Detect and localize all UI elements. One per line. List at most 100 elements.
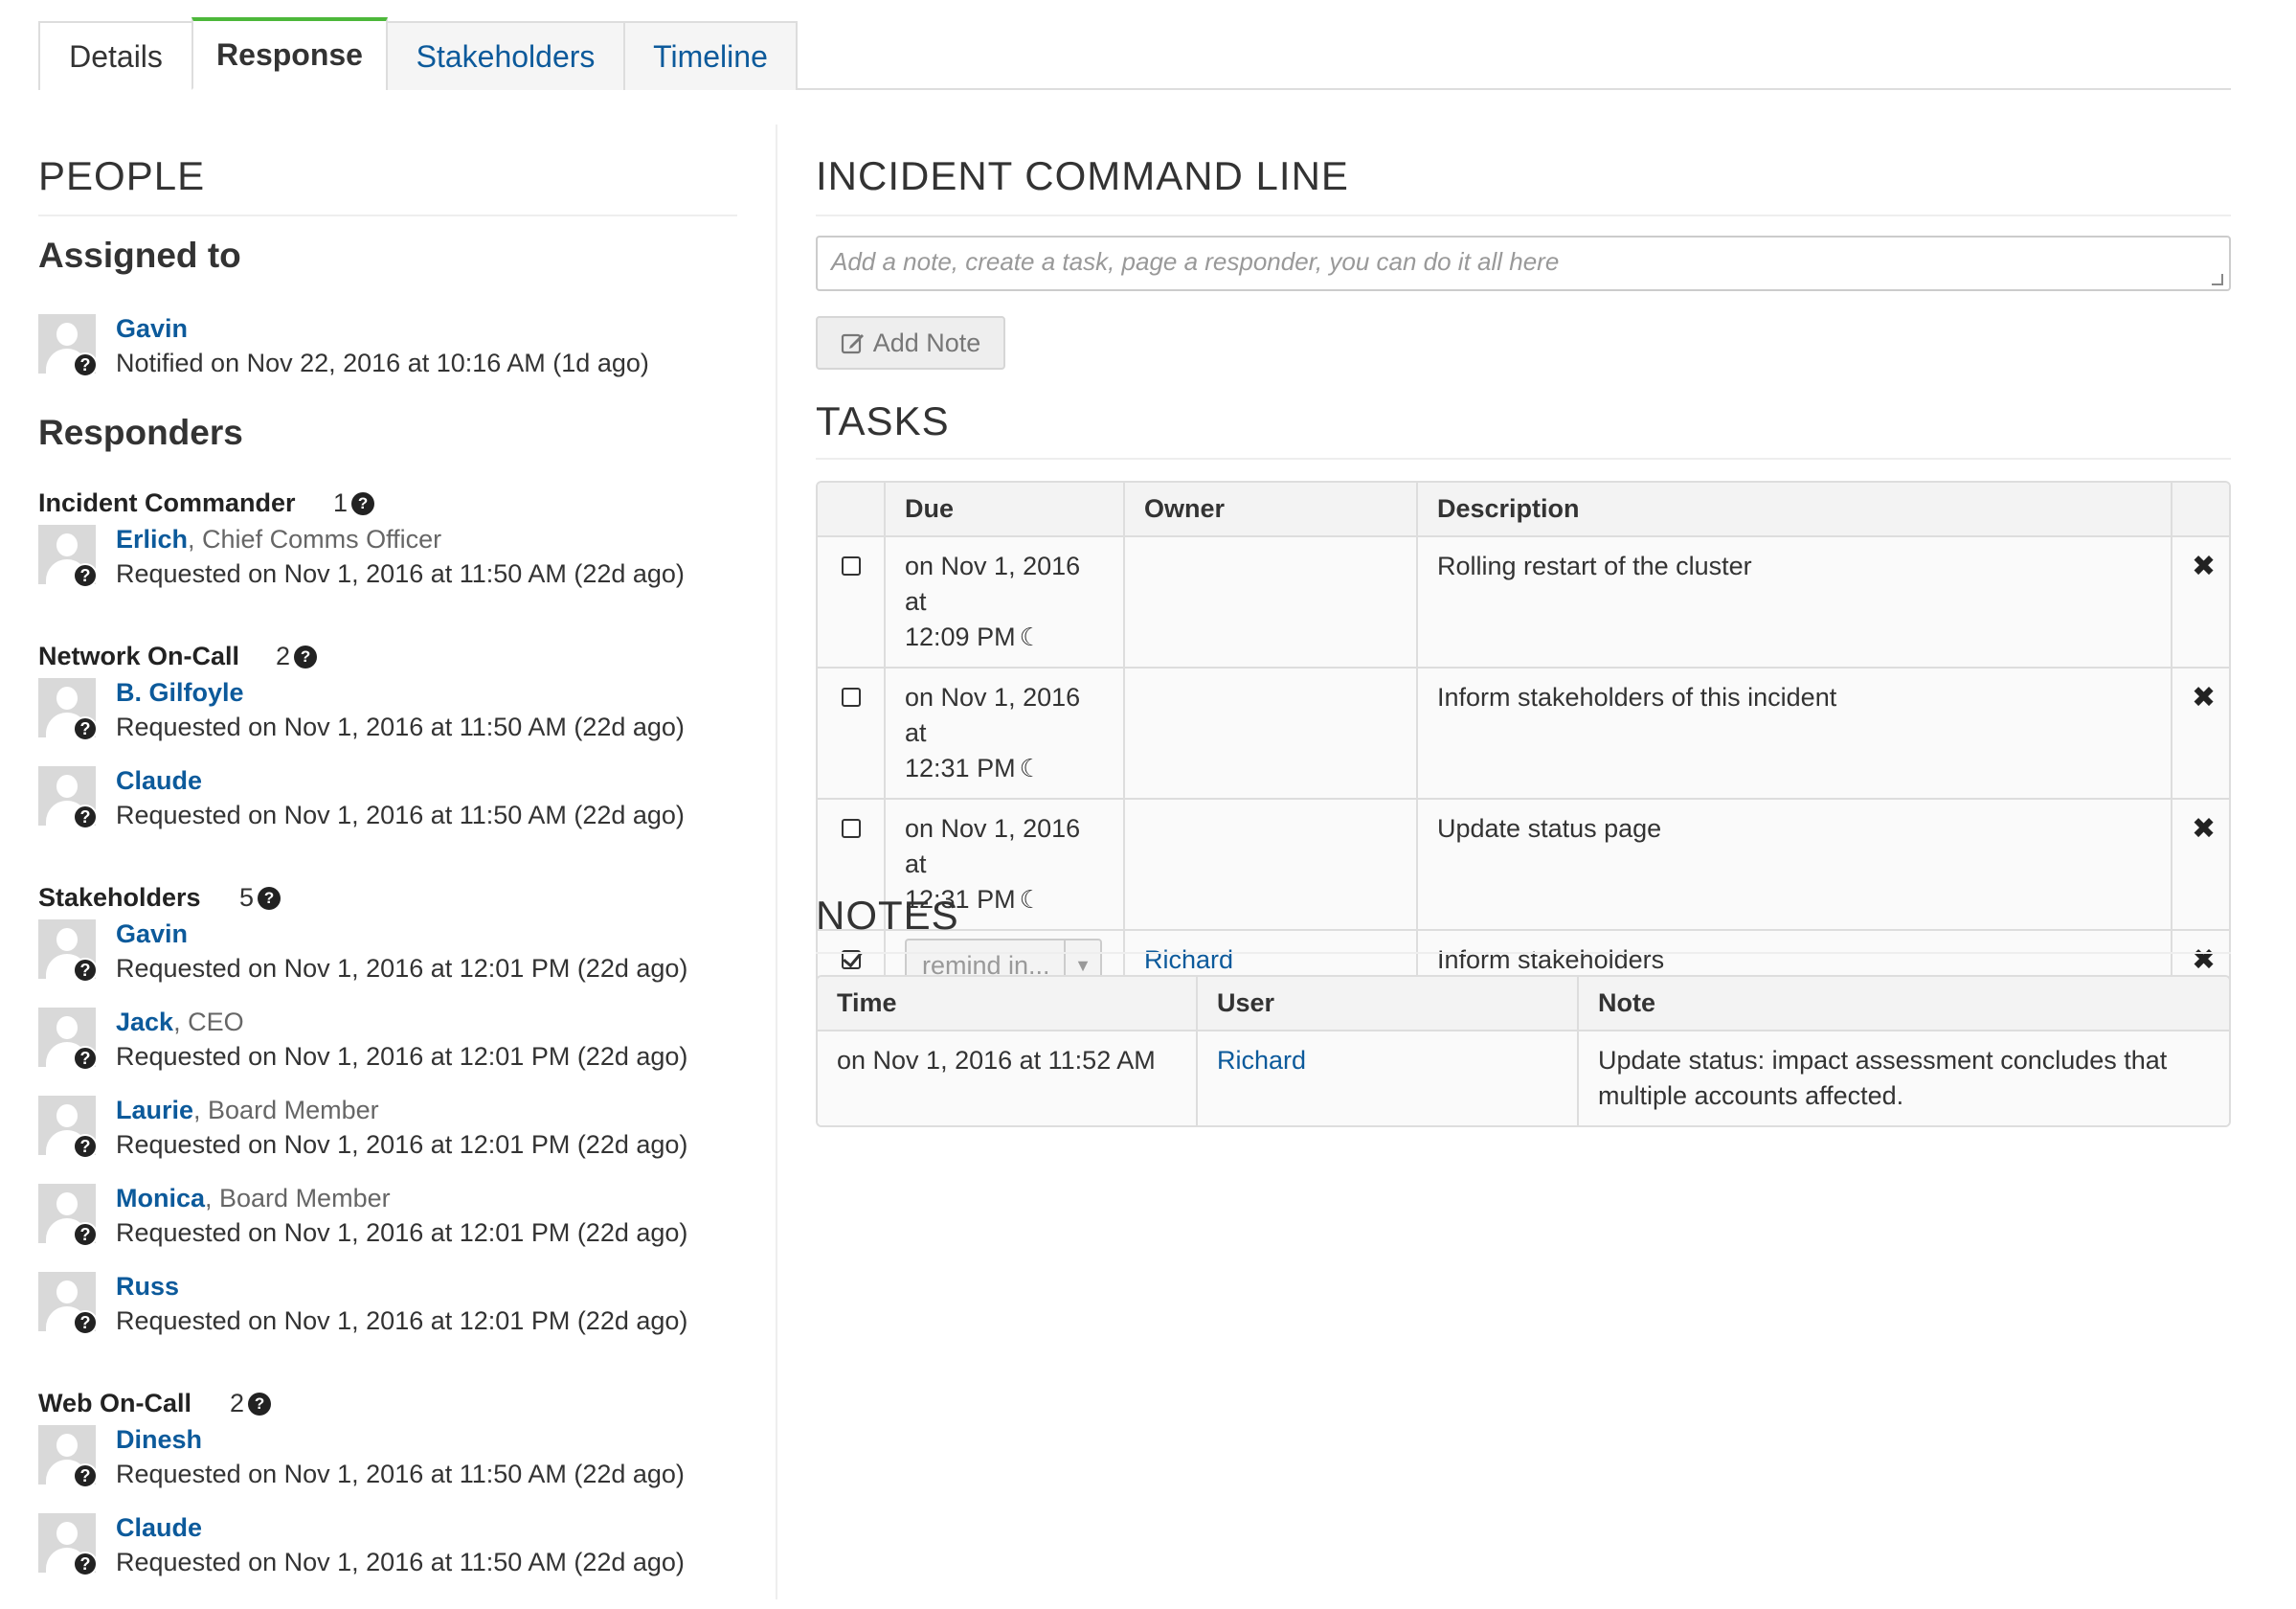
- tab-stakeholders[interactable]: Stakeholders: [386, 21, 625, 90]
- add-note-button[interactable]: Add Note: [816, 316, 1005, 370]
- people-heading: PEOPLE: [38, 153, 206, 198]
- tasks-rule: [816, 458, 2231, 460]
- question-circle-icon[interactable]: ?: [73, 1134, 98, 1159]
- notes-header-row: Time User Note: [818, 977, 2229, 1031]
- note-row: on Nov 1, 2016 at 11:52 AM Richard Updat…: [818, 1031, 2229, 1125]
- moon-icon: ☾: [1019, 885, 1042, 914]
- moon-icon: ☾: [1019, 754, 1042, 782]
- responder-row: ? Erlich, Chief Comms Officer Requested …: [38, 525, 747, 594]
- task-due: on Nov 1, 2016 at 12:09 PM ☾: [885, 536, 1125, 669]
- task-checkbox[interactable]: [841, 819, 861, 838]
- responder-row: ? Dinesh Requested on Nov 1, 2016 at 11:…: [38, 1425, 747, 1494]
- person-status: Requested on Nov 1, 2016 at 11:50 AM (22…: [116, 801, 685, 829]
- person-name-link[interactable]: Gavin: [116, 919, 188, 949]
- task-description: Rolling restart of the cluster: [1417, 536, 2172, 669]
- task-row: on Nov 1, 2016 at 12:31 PM ☾ Inform stakeh…: [818, 668, 2229, 800]
- person-name-link[interactable]: Monica, Board Member: [116, 1184, 391, 1213]
- person-name-link[interactable]: Claude: [116, 766, 202, 796]
- notes-table: Time User Note on Nov 1, 2016 at 11:52 A…: [816, 975, 2231, 1127]
- tab-response-label: Response: [216, 36, 363, 72]
- person-name-link[interactable]: Claude: [116, 1513, 202, 1543]
- person-name-link[interactable]: Jack, CEO: [116, 1008, 244, 1037]
- question-circle-icon[interactable]: ?: [294, 645, 318, 669]
- tab-timeline[interactable]: Timeline: [623, 21, 798, 90]
- tab-response[interactable]: Response: [191, 17, 388, 90]
- question-circle-icon[interactable]: ?: [73, 1046, 98, 1071]
- tab-details-label: Details: [69, 38, 163, 74]
- person-status: Requested on Nov 1, 2016 at 12:01 PM (22…: [116, 954, 688, 983]
- col-user[interactable]: User: [1197, 977, 1579, 1031]
- moon-icon: ☾: [1019, 623, 1042, 651]
- person-name-link[interactable]: B. Gilfoyle: [116, 678, 244, 708]
- times-icon[interactable]: ✖: [2192, 942, 2216, 978]
- tasks-header-row: Due Owner Description: [818, 483, 2229, 537]
- task-owner: [1124, 799, 1418, 931]
- task-checkbox[interactable]: [841, 556, 861, 576]
- col-note[interactable]: Note: [1578, 977, 2229, 1031]
- col-owner[interactable]: Owner: [1124, 483, 1418, 537]
- responders-heading: Responders: [38, 413, 243, 452]
- role-count: 1?: [333, 488, 375, 518]
- question-circle-icon[interactable]: ?: [351, 491, 375, 515]
- tab-timeline-label: Timeline: [653, 38, 768, 74]
- responder-row: ? Claude Requested on Nov 1, 2016 at 11:…: [38, 766, 747, 835]
- times-icon[interactable]: ✖: [2192, 811, 2216, 847]
- note-user-link[interactable]: Richard: [1217, 1046, 1306, 1075]
- responder-row: ? Gavin Requested on Nov 1, 2016 at 12:0…: [38, 919, 747, 988]
- question-circle-icon[interactable]: ?: [73, 1552, 98, 1576]
- task-due: on Nov 1, 2016 at 12:31 PM ☾: [885, 668, 1125, 800]
- task-description: Inform stakeholders of this incident: [1417, 668, 2172, 800]
- command-rule: [816, 215, 2231, 216]
- question-circle-icon[interactable]: ?: [73, 1310, 98, 1335]
- col-due[interactable]: Due: [885, 483, 1125, 537]
- question-circle-icon[interactable]: ?: [258, 886, 281, 910]
- question-circle-icon[interactable]: ?: [73, 716, 98, 741]
- person-name-link[interactable]: Gavin: [116, 314, 188, 344]
- task-owner-link[interactable]: Richard: [1144, 945, 1233, 974]
- question-circle-icon[interactable]: ?: [73, 1463, 98, 1488]
- times-icon[interactable]: ✖: [2192, 549, 2216, 584]
- people-rule: [38, 215, 737, 216]
- role-web-on-call: Web On-Call: [38, 1389, 192, 1417]
- tab-bar: Details Response Stakeholders Timeline: [38, 17, 2231, 90]
- person-name-link[interactable]: Russ: [116, 1272, 179, 1302]
- pencil-square-icon: [841, 333, 864, 354]
- col-time[interactable]: Time: [818, 977, 1198, 1031]
- command-input[interactable]: [816, 236, 2231, 291]
- question-circle-icon[interactable]: ?: [73, 958, 98, 983]
- resize-handle[interactable]: [2212, 274, 2223, 285]
- column-divider: [776, 125, 777, 1599]
- col-select: [818, 483, 886, 537]
- question-circle-icon[interactable]: ?: [73, 352, 98, 377]
- col-description[interactable]: Description: [1417, 483, 2172, 537]
- question-circle-icon[interactable]: ?: [248, 1392, 272, 1416]
- tasks-table: Due Owner Description on Nov 1, 2016 at 1…: [816, 481, 2231, 1003]
- role-network-on-call: Network On-Call: [38, 642, 240, 670]
- responder-row: ? Jack, CEO Requested on Nov 1, 2016 at …: [38, 1008, 747, 1076]
- question-circle-icon[interactable]: ?: [73, 563, 98, 588]
- person-status: Requested on Nov 1, 2016 at 12:01 PM (22…: [116, 1306, 688, 1335]
- person-status: Requested on Nov 1, 2016 at 12:01 PM (22…: [116, 1042, 688, 1071]
- times-icon[interactable]: ✖: [2192, 680, 2216, 715]
- notes-heading: NOTES: [816, 893, 959, 938]
- task-checkbox[interactable]: [841, 688, 861, 707]
- person-name-link[interactable]: Laurie, Board Member: [116, 1096, 379, 1125]
- note-time: on Nov 1, 2016 at 11:52 AM: [818, 1031, 1198, 1125]
- col-actions: [2172, 483, 2229, 537]
- task-description: Update status page: [1417, 799, 2172, 931]
- command-panel: INCIDENT COMMAND LINE Add Note TASKS D: [816, 90, 2231, 1603]
- question-circle-icon[interactable]: ?: [73, 1222, 98, 1247]
- responder-row: ? Laurie, Board Member Requested on Nov …: [38, 1096, 747, 1165]
- assigned-heading: Assigned to: [38, 236, 241, 275]
- responder-row: ? Monica, Board Member Requested on Nov …: [38, 1184, 747, 1253]
- person-name-link[interactable]: Erlich, Chief Comms Officer: [116, 525, 441, 555]
- responder-row: ? Claude Requested on Nov 1, 2016 at 11:…: [38, 1513, 747, 1582]
- tab-details[interactable]: Details: [38, 21, 193, 90]
- question-circle-icon[interactable]: ?: [73, 804, 98, 829]
- person-status: Requested on Nov 1, 2016 at 12:01 PM (22…: [116, 1130, 688, 1159]
- tasks-heading: TASKS: [816, 398, 950, 443]
- command-heading: INCIDENT COMMAND LINE: [816, 153, 1349, 198]
- responder-row: ? B. Gilfoyle Requested on Nov 1, 2016 a…: [38, 678, 747, 747]
- role-stakeholders: Stakeholders: [38, 883, 201, 912]
- person-name-link[interactable]: Dinesh: [116, 1425, 202, 1455]
